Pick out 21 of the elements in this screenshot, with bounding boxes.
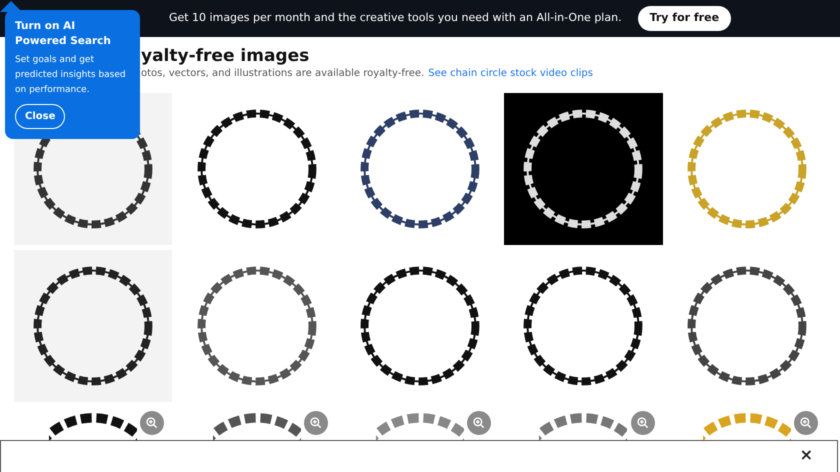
video-clips-link[interactable]: See chain circle stock video clips <box>428 67 593 81</box>
zoom-in-button[interactable] <box>467 411 492 435</box>
popover-title: Turn on AI Powered Search <box>15 19 112 49</box>
zoom-in-icon <box>636 416 650 430</box>
zoom-in-icon <box>472 416 486 430</box>
image-placeholder[interactable] <box>504 93 663 245</box>
zoom-in-button[interactable] <box>304 411 328 435</box>
zoom-in-button[interactable] <box>140 411 164 435</box>
popover-body: Set goals and get predicted insights based on performance. <box>15 54 127 97</box>
zoom-in-button[interactable] <box>794 411 818 435</box>
close-button[interactable]: Close <box>15 104 66 129</box>
image-placeholder[interactable] <box>14 250 172 402</box>
try-for-free-button[interactable]: Try for free <box>638 6 732 31</box>
zoom-in-button[interactable] <box>630 411 655 435</box>
zoom-in-icon <box>308 416 323 430</box>
promo-text: Get 10 images per month and the creative tools you need with an All-in-One plan. <box>168 10 622 26</box>
page-heading: yalty-free images <box>141 45 310 67</box>
zoom-in-icon <box>798 416 813 430</box>
close-button[interactable]: × <box>800 445 813 465</box>
zoom-in-icon <box>145 416 160 430</box>
subtitle-text: otos, vectors, and illustrations are available royalty-free. <box>141 67 424 81</box>
